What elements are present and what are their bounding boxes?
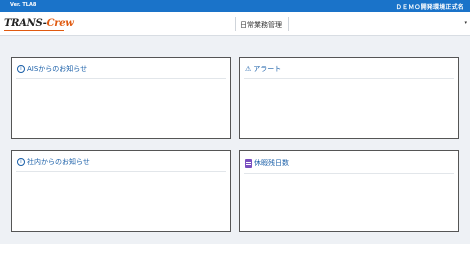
panel-title: i 社内からのお知らせ	[17, 157, 90, 167]
divider	[244, 78, 454, 79]
menu-daily-operations[interactable]: 日常業務管理	[240, 20, 282, 30]
menu-divider-right	[288, 17, 289, 31]
company-name: ＤＥＭＯ開発環境正式名	[395, 4, 464, 11]
panel-title-text: AISからのお知らせ	[27, 65, 88, 73]
logo-main-text: TRANS-	[4, 18, 47, 29]
logo-accent-text: Crew	[46, 18, 74, 29]
panel-ais-news: i AISからのお知らせ	[11, 57, 231, 139]
footer-bar	[0, 244, 470, 253]
panel-title: ⚠ アラート	[245, 64, 281, 74]
info-icon: i	[17, 158, 25, 166]
warning-icon: ⚠	[245, 65, 252, 73]
divider	[16, 78, 226, 79]
info-icon: i	[17, 65, 25, 73]
document-icon	[245, 158, 252, 168]
trans-crew-logo[interactable]: TRANS-Crew	[4, 18, 74, 29]
panel-leave-balance: 休暇残日数	[239, 150, 459, 232]
divider	[16, 171, 226, 172]
panel-title: 休暇残日数	[245, 158, 289, 168]
panel-title-text: アラート	[253, 65, 282, 73]
panel-title: i AISからのお知らせ	[17, 64, 87, 74]
panel-alert: ⚠ アラート	[239, 57, 459, 139]
panel-title-text: 社内からのお知らせ	[27, 158, 90, 166]
version-label: Ver. TLA8	[10, 2, 37, 8]
divider	[244, 173, 454, 174]
logo-underline	[4, 30, 64, 31]
menu-divider-left	[235, 17, 236, 31]
panel-title-text: 休暇残日数	[254, 159, 289, 167]
chevron-down-icon[interactable]: ▾	[464, 20, 467, 26]
panel-company-news: i 社内からのお知らせ	[11, 150, 231, 232]
top-bar: Ver. TLA8 ＤＥＭＯ開発環境正式名	[0, 0, 470, 12]
